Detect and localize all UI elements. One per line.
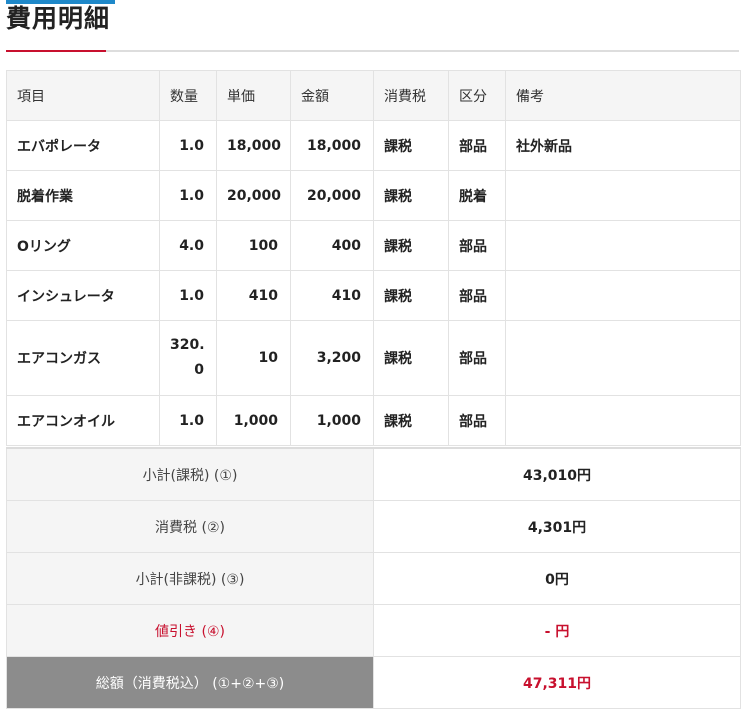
- cell-unit-price: 10: [216, 320, 291, 396]
- page-title: 費用明細: [6, 4, 111, 33]
- subtotal-taxable-value: 43,010円: [373, 447, 741, 501]
- cell-amount: 410: [290, 270, 374, 321]
- cell-note: [505, 270, 741, 321]
- total-label: 総額（消費税込） (①+②+③): [6, 656, 374, 709]
- header-qty: 数量: [159, 70, 217, 121]
- cell-category: 部品: [448, 395, 506, 446]
- discount-value: - 円: [373, 604, 741, 657]
- header-note: 備考: [505, 70, 741, 121]
- cell-item: エバポレータ: [6, 120, 160, 171]
- cell-category: 部品: [448, 270, 506, 321]
- header-unit-price: 単価: [216, 70, 291, 121]
- cell-tax: 課税: [373, 220, 449, 271]
- cell-category: 脱着: [448, 170, 506, 221]
- cell-tax: 課税: [373, 170, 449, 221]
- table-row: エバポレータ 1.0 18,000 18,000 課税 部品 社外新品: [6, 120, 741, 171]
- cell-amount: 400: [290, 220, 374, 271]
- cell-qty-line2: 0: [194, 362, 204, 378]
- cell-tax: 課税: [373, 320, 449, 396]
- cost-details-table: 項目 数量 単価 金額 消費税 区分 備考 エバポレータ 1.0 18,000 …: [6, 70, 741, 446]
- cell-amount: 3,200: [290, 320, 374, 396]
- cell-tax: 課税: [373, 120, 449, 171]
- cell-tax: 課税: [373, 395, 449, 446]
- subtotal-taxable-label: 小計(課税) (①): [6, 447, 374, 501]
- cell-amount: 20,000: [290, 170, 374, 221]
- header-tax: 消費税: [373, 70, 449, 121]
- summary-row-discount: 値引き (④) - 円: [6, 604, 741, 657]
- cell-qty-line1: 320.: [170, 337, 205, 353]
- subtotal-nontaxable-label: 小計(非課税) (③): [6, 552, 374, 605]
- summary-row-total: 総額（消費税込） (①+②+③) 47,311円: [6, 656, 741, 709]
- cell-qty: 4.0: [159, 220, 217, 271]
- total-value: 47,311円: [373, 656, 741, 709]
- table-row: 脱着作業 1.0 20,000 20,000 課税 脱着: [6, 170, 741, 221]
- cell-note: [505, 170, 741, 221]
- consumption-tax-value: 4,301円: [373, 500, 741, 553]
- cell-item: エアコンオイル: [6, 395, 160, 446]
- cell-note: [505, 220, 741, 271]
- summary-row-consumption-tax: 消費税 (②) 4,301円: [6, 500, 741, 553]
- cell-note: [505, 395, 741, 446]
- cell-qty: 1.0: [159, 270, 217, 321]
- cell-item: エアコンガス: [6, 320, 160, 396]
- cell-item: インシュレータ: [6, 270, 160, 321]
- table-row: エアコンオイル 1.0 1,000 1,000 課税 部品: [6, 395, 741, 446]
- cell-unit-price: 20,000: [216, 170, 291, 221]
- title-divider: [6, 50, 739, 52]
- consumption-tax-label: 消費税 (②): [6, 500, 374, 553]
- discount-label: 値引き (④): [6, 604, 374, 657]
- subtotal-nontaxable-value: 0円: [373, 552, 741, 605]
- cell-qty: 320. 0: [159, 320, 217, 396]
- summary-table: 小計(課税) (①) 43,010円 消費税 (②) 4,301円 小計(非課税…: [6, 447, 741, 709]
- cell-unit-price: 18,000: [216, 120, 291, 171]
- cell-qty: 1.0: [159, 120, 217, 171]
- header-amount: 金額: [290, 70, 374, 121]
- cell-item: Oリング: [6, 220, 160, 271]
- cell-item: 脱着作業: [6, 170, 160, 221]
- cell-category: 部品: [448, 220, 506, 271]
- cell-unit-price: 100: [216, 220, 291, 271]
- title-divider-accent: [6, 50, 106, 52]
- header-item: 項目: [6, 70, 160, 121]
- table-row: エアコンガス 320. 0 10 3,200 課税 部品: [6, 320, 741, 396]
- cell-amount: 1,000: [290, 395, 374, 446]
- summary-row-subtotal-taxable: 小計(課税) (①) 43,010円: [6, 447, 741, 501]
- cell-unit-price: 1,000: [216, 395, 291, 446]
- cell-unit-price: 410: [216, 270, 291, 321]
- cell-note: 社外新品: [505, 120, 741, 171]
- header-category: 区分: [448, 70, 506, 121]
- table-row: インシュレータ 1.0 410 410 課税 部品: [6, 270, 741, 321]
- cell-amount: 18,000: [290, 120, 374, 171]
- table-row: Oリング 4.0 100 400 課税 部品: [6, 220, 741, 271]
- cell-qty: 1.0: [159, 170, 217, 221]
- cell-category: 部品: [448, 320, 506, 396]
- cell-tax: 課税: [373, 270, 449, 321]
- summary-row-subtotal-nontaxable: 小計(非課税) (③) 0円: [6, 552, 741, 605]
- table-header-row: 項目 数量 単価 金額 消費税 区分 備考: [6, 70, 741, 121]
- cell-category: 部品: [448, 120, 506, 171]
- cell-note: [505, 320, 741, 396]
- cell-qty: 1.0: [159, 395, 217, 446]
